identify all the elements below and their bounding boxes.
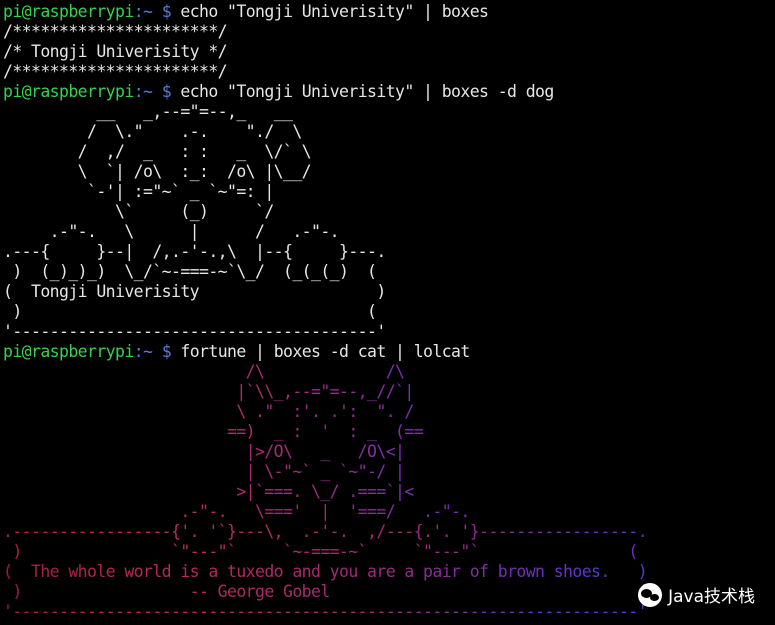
cat-output-line: ) `"---"` `~-===-~` `"---"` ( [3, 542, 638, 561]
command-line-1: pi@raspberrypi:~ $ echo "Tongji Univeris… [3, 2, 489, 22]
command-text: echo "Tongji Univerisity" | boxes -d dog [180, 82, 554, 101]
cat-output-line: .-----------------{'. '`}---\, .-'-. ,/-… [3, 522, 648, 541]
dog-output-line: .-"-. \ | / .-"-. [3, 222, 340, 241]
watermark-text: Java技术栈 [668, 587, 755, 607]
cat-output-line: /\ /\ [3, 362, 405, 381]
dog-output-line: ) (_)_)_) \_/`~-===-~`\_/ (_(_(_) ( [3, 262, 377, 281]
box-output-line: /**********************/ [3, 62, 228, 81]
cat-output-line: ==) _ : ' : _ (== [3, 422, 424, 441]
cat-output-line: .-"-. \===' | '===/ .-"-. [3, 502, 470, 521]
watermark: Java技术栈 [638, 582, 755, 607]
dog-output-line: __ _,--="=--,_ __ [3, 102, 293, 121]
prompt-path: :~ $ [133, 342, 181, 361]
box-output-line: /**********************/ [3, 22, 228, 41]
dog-output-line: .---{ }--| /,.-'-.,\ |--{ }---. [3, 242, 386, 261]
dog-output-line: '---------------------------------------… [3, 322, 386, 341]
prompt-path: :~ $ [133, 2, 181, 21]
box-output-line: /* Tongji Univerisity */ [3, 42, 228, 61]
prompt-user-host: pi@raspberrypi [3, 2, 134, 21]
command-text: echo "Tongji Univerisity" | boxes [180, 2, 489, 21]
dog-output-line: \ `| /o\ :_: /o\ |\__/ [3, 162, 312, 181]
cat-output-line: |`\\_,--="=--,_//`| [3, 382, 414, 401]
terminal-window[interactable]: pi@raspberrypi:~ $ echo "Tongji Univeris… [0, 0, 775, 625]
command-text: fortune | boxes -d cat | lolcat [180, 342, 470, 361]
dog-output-line: ) ( [3, 302, 377, 321]
dog-output-line: `-'| :="~` _ `~"=: | [3, 182, 274, 201]
dog-output-line: \` (_) `/ [3, 202, 274, 221]
prompt-user-host: pi@raspberrypi [3, 342, 134, 361]
cat-output-line: '---------------------------------------… [3, 602, 648, 621]
cat-output-line: | \-"~` _ `~"-/ | [3, 462, 405, 481]
cat-output-line: ) -- George Gobel ( [3, 582, 648, 601]
cat-output-line: >|`===. \_/ .===`|< [3, 482, 414, 501]
cat-output-line: ( The whole world is a tuxedo and you ar… [3, 562, 648, 581]
prompt-path: :~ $ [133, 82, 181, 101]
wechat-icon [638, 582, 663, 607]
dog-output-line: / ,/ _ : : _ \/` \ [3, 142, 312, 161]
command-line-3: pi@raspberrypi:~ $ fortune | boxes -d ca… [3, 342, 470, 362]
cat-output-line: |>/O\ _ /O\<| [3, 442, 405, 461]
prompt-user-host: pi@raspberrypi [3, 82, 134, 101]
dog-output-line: ( Tongji Univerisity ) [3, 282, 386, 301]
dog-output-line: / \." .-. "./ \ [3, 122, 302, 141]
command-line-2: pi@raspberrypi:~ $ echo "Tongji Univeris… [3, 82, 554, 102]
cat-output-line: \ ." :'. .': ". / [3, 402, 414, 421]
